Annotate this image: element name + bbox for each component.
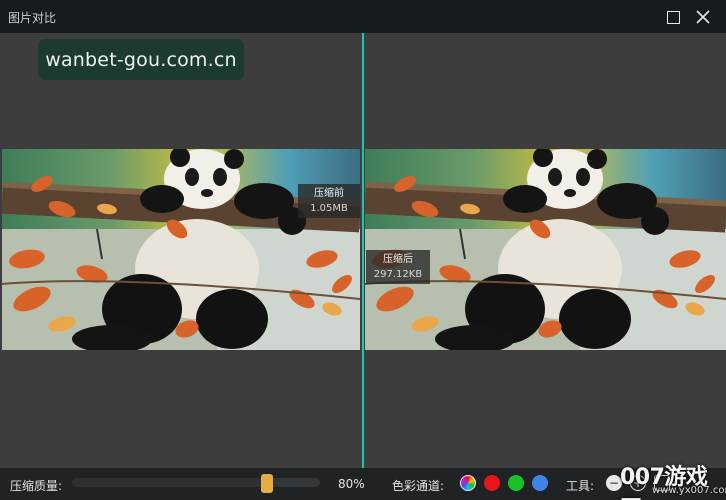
- panda-photo: [2, 149, 360, 350]
- after-size: 297.12KB: [373, 269, 423, 280]
- channel-all-button[interactable]: [460, 475, 476, 491]
- tools-label: 工具:: [566, 479, 595, 493]
- watermark-banner: wanbet-gou.com.cn: [38, 39, 244, 80]
- quality-slider-fill: [72, 478, 271, 487]
- after-size-badge: 压缩后 297.12KB: [366, 250, 430, 284]
- channel-label: 色彩通道:: [392, 479, 445, 493]
- quality-label: 压缩质量:: [10, 479, 63, 493]
- maximize-button[interactable]: [660, 4, 686, 30]
- original-image: [2, 149, 360, 350]
- maximize-icon: [666, 10, 680, 24]
- before-size-badge: 压缩前 1.05MB: [298, 184, 360, 218]
- window-title: 图片对比: [8, 11, 57, 25]
- title-bar: 图片对比: [0, 0, 726, 33]
- before-label: 压缩前: [314, 188, 344, 199]
- quality-value: 80%: [338, 477, 365, 491]
- channel-red-button[interactable]: [484, 475, 500, 491]
- channel-green-button[interactable]: [508, 475, 524, 491]
- channel-blue-button[interactable]: [532, 475, 548, 491]
- quality-slider-thumb[interactable]: [260, 474, 273, 493]
- after-label: 压缩后: [383, 254, 413, 265]
- close-icon: [696, 10, 710, 24]
- zoom-out-icon: −: [608, 476, 620, 490]
- quality-slider[interactable]: [72, 478, 320, 487]
- site-watermark-url: www.yx007.com: [652, 485, 726, 496]
- close-button[interactable]: [690, 4, 716, 30]
- compare-divider-handle[interactable]: [362, 33, 364, 468]
- before-size: 1.05MB: [310, 203, 348, 214]
